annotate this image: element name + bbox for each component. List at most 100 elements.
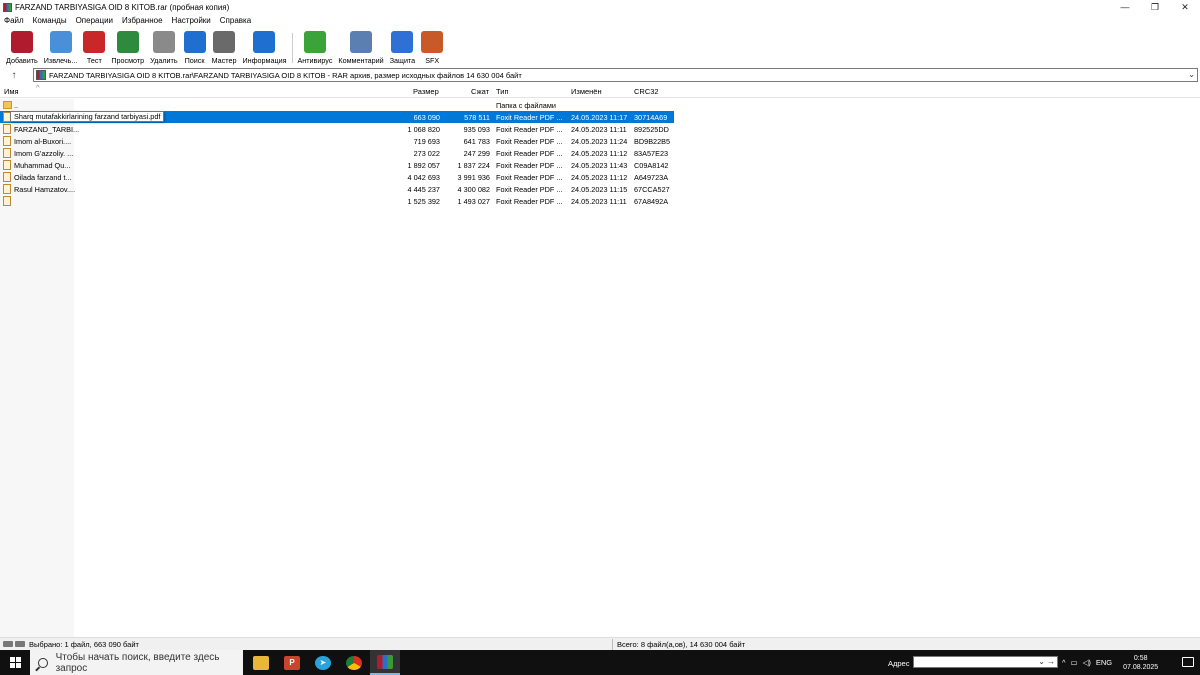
toolbar-button-info[interactable]: Информация: [242, 29, 286, 67]
toolbar-label: SFX: [425, 56, 440, 65]
file-row[interactable]: FARZAND_TARBI... 1 068 820 935 093 Foxit Re…: [0, 123, 674, 135]
file-row[interactable]: Oilada farzand t... 4 042 693 3 991 936 Fox…: [0, 171, 674, 183]
file-row[interactable]: Imom G'azzoliy. ... 273 022 247 299 Foxit R…: [0, 147, 674, 159]
column-name[interactable]: Имя: [4, 87, 19, 96]
menu-operations[interactable]: Операции: [76, 16, 113, 25]
file-modified: 24.05.2023 11:17: [571, 113, 628, 122]
taskbar-telegram[interactable]: ➤: [308, 650, 338, 675]
chevron-down-icon[interactable]: ⌄: [1038, 657, 1045, 666]
toolbar-label: Удалить: [150, 56, 178, 65]
menu-settings[interactable]: Настройки: [172, 16, 211, 25]
language-indicator[interactable]: ENG: [1096, 658, 1112, 667]
toolbar-label: Добавить: [6, 56, 38, 65]
toolbar-label: Мастер: [211, 56, 237, 65]
menu-file[interactable]: Файл: [4, 16, 24, 25]
taskbar-powerpoint[interactable]: P: [277, 650, 307, 675]
file-row[interactable]: Rasul Hamzatov.... 4 445 237 4 300 082 Foxi…: [0, 183, 674, 195]
title-bar: FARZAND TARBIYASIGA OID 8 KITOB.rar (про…: [0, 0, 1200, 14]
column-type[interactable]: Тип: [496, 87, 509, 96]
toolbar-label: Поиск: [184, 56, 205, 65]
window-title: FARZAND TARBIYASIGA OID 8 KITOB.rar (про…: [15, 2, 230, 12]
toolbar-label: Антивирус: [297, 56, 333, 65]
menu-commands[interactable]: Команды: [33, 16, 67, 25]
wizard-icon: [213, 31, 236, 53]
file-type: Foxit Reader PDF ...: [496, 173, 563, 182]
show-hidden-icons-icon[interactable]: ^: [1062, 658, 1066, 667]
clock-time: 0:58: [1133, 654, 1148, 662]
taskbar-chrome[interactable]: [339, 650, 369, 675]
minimize-button[interactable]: —: [1110, 0, 1140, 14]
chevron-down-icon[interactable]: ⌄: [1188, 70, 1195, 79]
file-list[interactable]: Имя ^ Размер Сжат Тип Изменён CRC32 .. Па…: [0, 83, 1200, 637]
clock[interactable]: 0:58 07.08.2025: [1123, 654, 1158, 672]
toolbar-button-shield[interactable]: Защита: [390, 29, 415, 67]
toolbar-button-add-archive[interactable]: Добавить: [6, 29, 38, 67]
taskbar-search-placeholder: Чтобы начать поиск, введите здесь запрос: [55, 651, 220, 674]
file-type: Foxit Reader PDF ...: [496, 113, 563, 122]
toolbar-label: Извлечь...: [43, 56, 78, 65]
file-modified: 24.05.2023 11:43: [571, 161, 628, 170]
toolbar-button-sfx[interactable]: SFX: [421, 29, 444, 67]
up-folder-button[interactable]: ↑: [0, 70, 28, 81]
address-toolbar-input[interactable]: ⌄ →: [913, 656, 1058, 668]
file-packed-size: 1 837 224: [457, 161, 490, 170]
menu-favorites[interactable]: Избранное: [122, 16, 163, 25]
info-icon: [253, 31, 276, 53]
file-type: Foxit Reader PDF ...: [496, 197, 563, 206]
close-button[interactable]: ✕: [1170, 0, 1200, 14]
comment-icon: [350, 31, 373, 53]
toolbar-button-extract[interactable]: Извлечь...: [43, 29, 78, 67]
taskbar-search-box[interactable]: Чтобы начать поиск, введите здесь запрос: [30, 650, 243, 675]
file-name: ..: [14, 101, 19, 110]
toolbar-button-delete[interactable]: Удалить: [150, 29, 178, 67]
taskbar-file-explorer[interactable]: [246, 650, 276, 675]
antivirus-icon: [303, 31, 326, 53]
column-packed[interactable]: Сжат: [471, 87, 489, 96]
folder-icon: [253, 655, 269, 670]
file-packed-size: 4 300 082: [457, 185, 490, 194]
column-modified[interactable]: Изменён: [571, 87, 602, 96]
toolbar-button-wizard[interactable]: Мастер: [211, 29, 237, 67]
windows-logo-icon: [9, 657, 21, 668]
file-crc: 67A8492A: [634, 197, 669, 206]
rar-archive-icon: [36, 70, 46, 80]
toolbar-button-antivirus[interactable]: Антивирус: [297, 29, 332, 67]
taskbar-winrar[interactable]: [370, 650, 400, 675]
file-modified: 24.05.2023 11:11: [571, 125, 627, 134]
status-bar: Выбрано: 1 файл, 663 090 байт Всего: 8 ф…: [0, 637, 1200, 650]
file-packed-size: 935 093: [463, 125, 490, 134]
file-crc: 892525DD: [634, 125, 669, 134]
go-arrow-icon[interactable]: →: [1047, 657, 1055, 666]
delete-icon: [152, 31, 175, 53]
file-row[interactable]: 1 525 392 1 493 027 Foxit Reader PDF ... 24…: [0, 195, 674, 207]
toolbar-button-comment[interactable]: Комментарий: [338, 29, 384, 67]
column-size[interactable]: Размер: [413, 87, 439, 96]
file-type: Foxit Reader PDF ...: [496, 125, 563, 134]
address-bar: ↑ FARZAND TARBIYASIGA OID 8 KITOB.rar\FA…: [0, 67, 1200, 83]
file-modified: 24.05.2023 11:12: [571, 173, 628, 182]
menu-help[interactable]: Справка: [220, 16, 251, 25]
network-icon[interactable]: ▭: [1071, 658, 1078, 667]
toolbar-button-test[interactable]: Тест: [83, 29, 106, 67]
start-button[interactable]: [0, 650, 30, 675]
status-selected: Выбрано: 1 файл, 663 090 байт: [29, 640, 139, 649]
file-modified: 24.05.2023 11:12: [571, 149, 628, 158]
pdf-file-icon: [3, 184, 11, 194]
toolbar-button-search[interactable]: Поиск: [183, 29, 206, 67]
file-row[interactable]: Muhammad Qu... 1 892 057 1 837 224 Foxit Re…: [0, 159, 674, 171]
toolbar-button-view[interactable]: Просмотр: [111, 29, 144, 67]
restore-button[interactable]: ❐: [1140, 0, 1170, 14]
drive-status-icon: [3, 641, 25, 648]
column-crc[interactable]: CRC32: [634, 87, 659, 96]
test-icon: [83, 31, 106, 53]
file-row[interactable]: Imom al-Buxori.... 719 693 641 783 Foxit Re…: [0, 135, 674, 147]
notification-center-icon[interactable]: [1182, 657, 1194, 667]
file-crc: BD9B22B5: [634, 137, 671, 146]
toolbar-label: Просмотр: [111, 56, 145, 65]
parent-folder-row[interactable]: .. Папка с файлами: [0, 99, 674, 111]
archive-path-box[interactable]: FARZAND TARBIYASIGA OID 8 KITOB.rar\FARZ…: [33, 68, 1198, 82]
volume-icon[interactable]: ◁): [1083, 658, 1091, 667]
filename-tooltip: Sharq mutafakkirlarining farzand tarbiya…: [10, 111, 165, 122]
powerpoint-icon: P: [284, 655, 300, 670]
toolbar-label: Комментарий: [338, 56, 384, 65]
